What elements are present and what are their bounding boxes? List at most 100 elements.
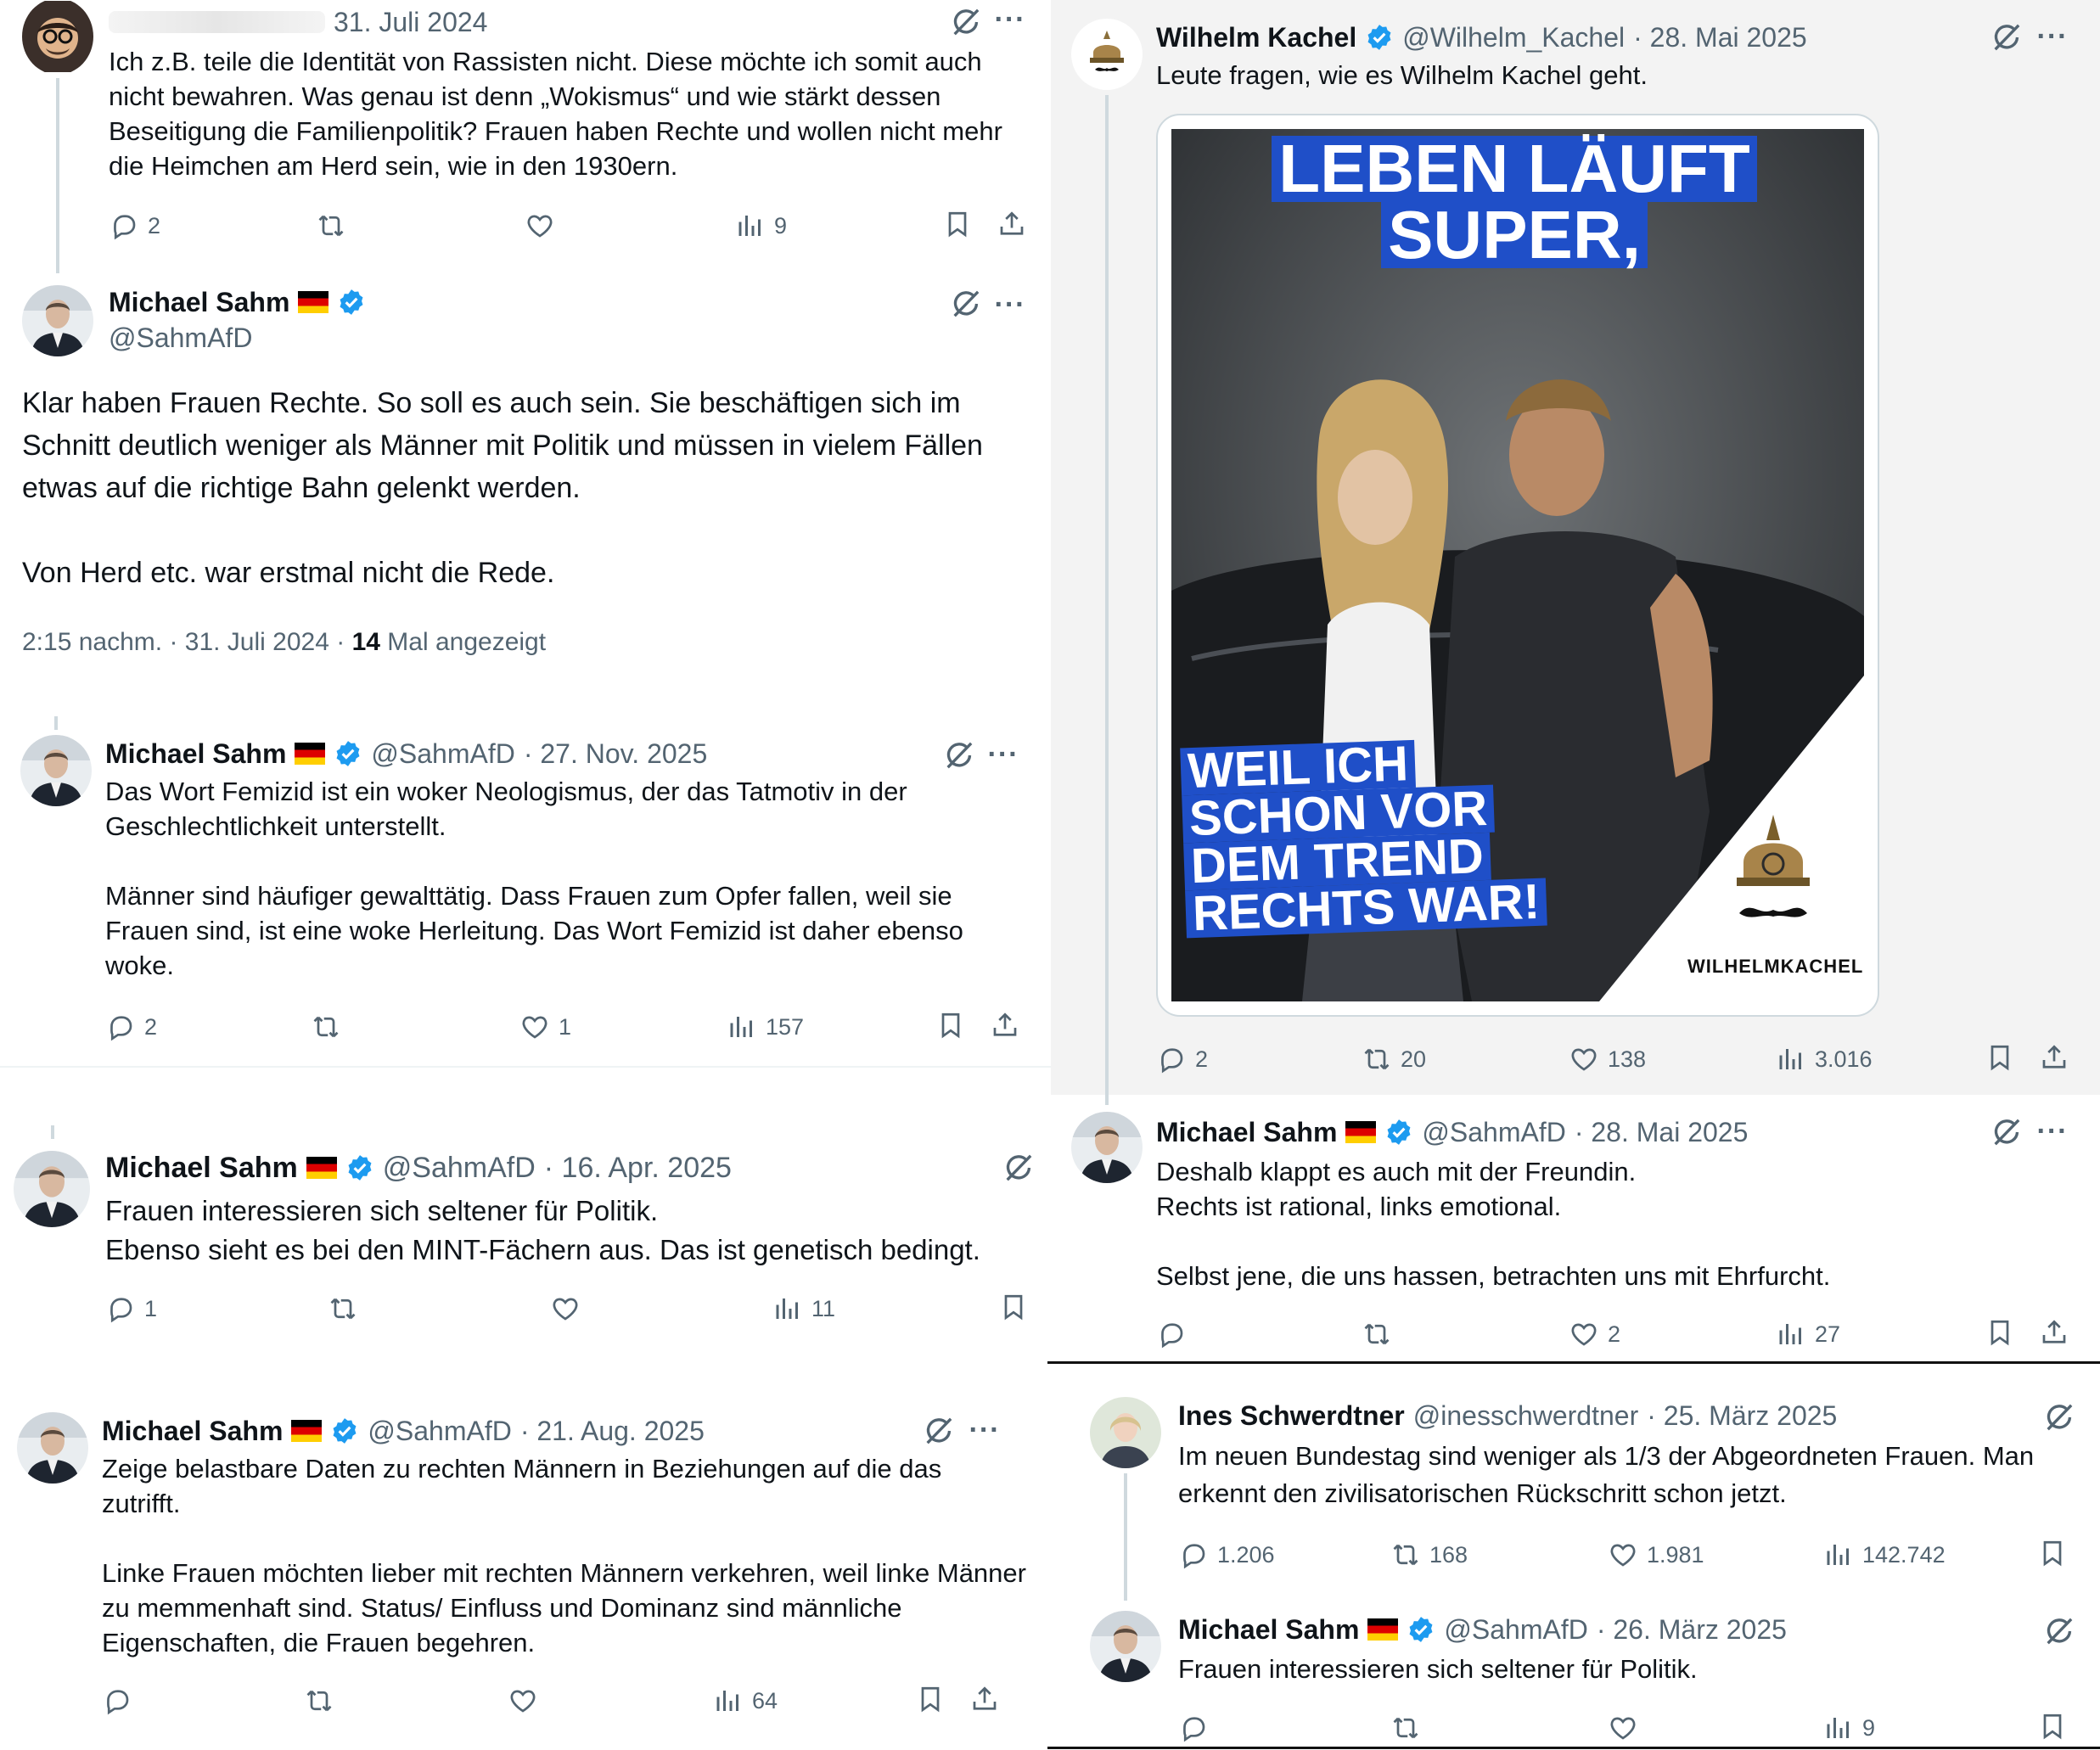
tweet-date[interactable]: · 27. Nov. 2025 (524, 737, 707, 771)
verified-badge-icon (345, 1153, 374, 1182)
share-icon[interactable] (2039, 1317, 2069, 1348)
author-name[interactable]: Michael Sahm (109, 285, 289, 319)
more-options-button[interactable]: ··· (968, 1416, 1002, 1451)
author-handle[interactable]: @SahmAfD (1444, 1613, 1587, 1646)
author-name[interactable]: Ines Schwerdtner (1178, 1399, 1405, 1433)
bookmark-icon[interactable] (2037, 1538, 2068, 1568)
tweet-timestamp[interactable]: 2:15 nachm. · 31. Juli 2024 · 14 Mal ang… (22, 628, 546, 657)
share-icon[interactable] (2039, 1042, 2069, 1073)
grok-icon[interactable] (942, 738, 976, 772)
reply-button[interactable]: 1 (105, 1292, 157, 1326)
author-name[interactable]: Wilhelm Kachel (1156, 20, 1356, 54)
tweet-date[interactable]: · 16. Apr. 2025 (544, 1151, 732, 1185)
reply-button[interactable]: 2 (109, 209, 160, 243)
reply-button[interactable] (102, 1684, 132, 1718)
more-options-button[interactable]: ··· (993, 5, 1027, 41)
author-name[interactable]: Michael Sahm (1156, 1115, 1337, 1149)
retweet-button[interactable] (316, 209, 346, 243)
retweet-button[interactable]: 168 (1390, 1538, 1468, 1572)
bookmark-icon[interactable] (998, 1292, 1029, 1322)
avatar[interactable] (22, 285, 93, 356)
views-button[interactable]: 3.016 (1776, 1042, 1873, 1076)
tweet-header: Ines Schwerdtner @inesschwerdtner · 25. … (1178, 1399, 1837, 1433)
like-button[interactable] (550, 1292, 581, 1326)
avatar[interactable] (1071, 19, 1143, 90)
grok-icon[interactable] (949, 5, 983, 39)
tweet-media-image[interactable]: LEBEN LÄUFT SUPER, WEIL ICH SCHON VOR DE… (1156, 114, 1879, 1017)
views-label: Mal angezeigt (387, 628, 547, 656)
author-name[interactable]: Michael Sahm (102, 1414, 283, 1448)
author-handle[interactable]: @inesschwerdtner (1413, 1399, 1638, 1433)
retweet-button[interactable]: 20 (1362, 1042, 1426, 1076)
grok-icon[interactable] (2042, 1614, 2076, 1648)
like-button[interactable] (525, 209, 555, 243)
bookmark-icon[interactable] (1985, 1042, 2015, 1073)
reply-button[interactable] (1156, 1317, 1187, 1351)
retweet-button[interactable] (1362, 1317, 1392, 1351)
more-options-button[interactable]: ··· (986, 740, 1020, 776)
reply-button[interactable]: 1.206 (1178, 1538, 1275, 1572)
bookmark-icon[interactable] (935, 1010, 966, 1040)
grok-icon[interactable] (949, 287, 983, 321)
avatar[interactable] (22, 0, 93, 75)
views-button[interactable]: 9 (1823, 1711, 1875, 1745)
avatar[interactable] (1090, 1397, 1161, 1468)
grok-icon[interactable] (2042, 1400, 2076, 1434)
views-button[interactable]: 11 (772, 1292, 835, 1326)
bookmark-icon[interactable] (1985, 1317, 2015, 1348)
retweet-button[interactable] (304, 1684, 334, 1718)
views-button[interactable]: 9 (735, 209, 787, 243)
views-button[interactable]: 157 (727, 1010, 804, 1044)
reply-button[interactable]: 2 (105, 1010, 157, 1044)
retweet-button[interactable] (328, 1292, 358, 1326)
views-button[interactable]: 27 (1776, 1317, 1840, 1351)
more-options-button[interactable]: ··· (2035, 1117, 2069, 1153)
author-handle[interactable]: @SahmAfD (383, 1151, 536, 1185)
author-handle[interactable]: @SahmAfD (368, 1414, 511, 1448)
like-button[interactable]: 1 (519, 1010, 571, 1044)
like-button[interactable]: 2 (1569, 1317, 1620, 1351)
grok-icon[interactable] (922, 1414, 956, 1448)
author-name[interactable]: Michael Sahm (105, 1151, 298, 1185)
share-icon[interactable] (969, 1684, 1000, 1714)
tweet-date[interactable]: · 21. Aug. 2025 (520, 1414, 705, 1448)
bookmark-icon[interactable] (942, 209, 973, 239)
author-name[interactable]: Michael Sahm (1178, 1613, 1359, 1646)
reply-button[interactable] (1178, 1711, 1209, 1745)
more-options-button[interactable]: ··· (2035, 22, 2069, 58)
views-button[interactable]: 64 (713, 1684, 778, 1718)
avatar[interactable] (20, 735, 92, 806)
avatar[interactable] (17, 1412, 88, 1484)
tweet-date[interactable]: · 28. Mai 2025 (1575, 1115, 1749, 1149)
avatar[interactable] (1090, 1611, 1161, 1682)
author-handle[interactable]: @SahmAfD (371, 737, 514, 771)
like-button[interactable] (508, 1684, 538, 1718)
share-icon[interactable] (990, 1010, 1020, 1040)
tweet-date[interactable]: · 25. März 2025 (1647, 1399, 1837, 1433)
grok-icon[interactable] (1002, 1151, 1036, 1185)
share-icon[interactable] (997, 209, 1027, 239)
reply-button[interactable]: 2 (1156, 1042, 1208, 1076)
verified-badge-icon (1365, 23, 1394, 52)
author-name[interactable]: Michael Sahm (105, 737, 286, 771)
retweet-button[interactable] (1390, 1711, 1421, 1745)
tweet-header: Michael Sahm @SahmAfD · 16. Apr. 2025 (105, 1151, 732, 1185)
avatar[interactable] (14, 1151, 90, 1227)
author-handle[interactable]: @SahmAfD (109, 321, 252, 355)
grok-icon[interactable] (1990, 1115, 2024, 1149)
tweet-date[interactable]: · 28. Mai 2025 (1633, 20, 1807, 54)
retweet-button[interactable] (311, 1010, 341, 1044)
grok-icon[interactable] (1990, 20, 2024, 54)
bookmark-icon[interactable] (2037, 1711, 2068, 1742)
views-button[interactable]: 142.742 (1823, 1538, 1946, 1572)
more-options-button[interactable]: ··· (993, 290, 1027, 326)
like-button[interactable]: 138 (1569, 1042, 1646, 1076)
like-button[interactable] (1608, 1711, 1638, 1745)
views-count: 14 (351, 628, 380, 656)
tweet-date[interactable]: · 26. März 2025 (1597, 1613, 1787, 1646)
avatar[interactable] (1071, 1112, 1143, 1183)
bookmark-icon[interactable] (915, 1684, 946, 1714)
like-button[interactable]: 1.981 (1608, 1538, 1704, 1572)
author-handle[interactable]: @SahmAfD (1422, 1115, 1565, 1149)
author-handle[interactable]: @Wilhelm_Kachel (1402, 20, 1625, 54)
